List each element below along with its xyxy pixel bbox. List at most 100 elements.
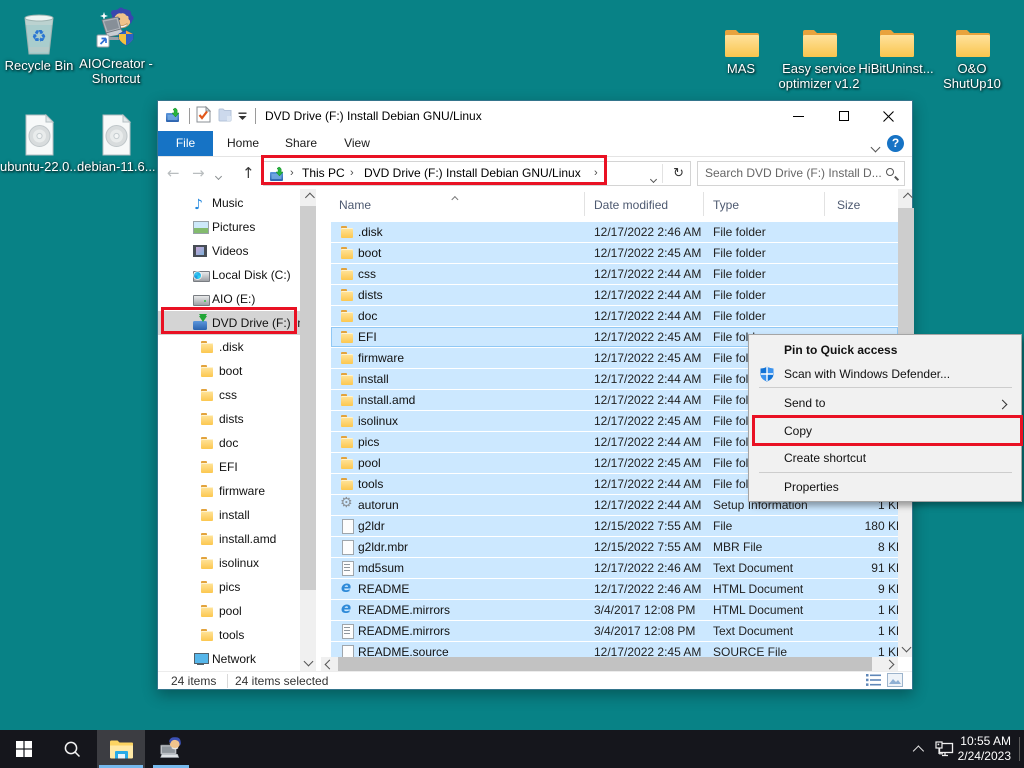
desktop-icon-hibituninst[interactable]: HiBitUninst...	[857, 12, 935, 76]
desktop-icon-mas[interactable]: MAS	[702, 12, 780, 76]
scroll-down-icon[interactable]	[898, 641, 914, 657]
file-row[interactable]: boot 12/17/2022 2:45 AM File folder	[331, 243, 898, 264]
taskbar-search-button[interactable]	[48, 730, 96, 768]
menu-item-properties[interactable]: Properties	[749, 474, 1021, 500]
nav-tree-item[interactable]: css	[158, 383, 300, 407]
taskbar-clock[interactable]: 10:55 AM 2/24/2023	[958, 734, 1011, 764]
file-row[interactable]: g2ldr 12/15/2022 7:55 AM File 180 KB	[331, 516, 898, 537]
start-button[interactable]	[0, 730, 48, 768]
file-date: 3/4/2017 12:08 PM	[594, 600, 712, 620]
address-dropdown-icon[interactable]	[651, 171, 656, 185]
nav-tree-item[interactable]: isolinux	[158, 551, 300, 575]
refresh-icon[interactable]: ↻	[673, 162, 684, 185]
nav-tree-item[interactable]: install	[158, 503, 300, 527]
column-header-type[interactable]: Type	[713, 189, 739, 218]
new-folder-quick-icon[interactable]	[218, 107, 232, 125]
forward-icon[interactable]: →	[192, 157, 205, 189]
nav-tree-item[interactable]: dists	[158, 407, 300, 431]
up-icon[interactable]: ↑	[242, 157, 255, 189]
scroll-down-icon[interactable]	[300, 655, 316, 671]
column-header-name[interactable]: Name	[339, 189, 371, 218]
desktop-icon-easy-service-optimizer[interactable]: Easy service optimizer v1.2	[771, 12, 867, 91]
nav-tree-item[interactable]: Local Disk (C:)	[158, 263, 300, 287]
back-icon[interactable]: ←	[167, 157, 180, 189]
nav-tree-item[interactable]: boot	[158, 359, 300, 383]
file-date: 12/17/2022 2:46 AM	[594, 222, 712, 242]
nav-item-icon	[200, 580, 215, 594]
desktop-icon-aiocreator[interactable]: AIOCreator - Shortcut	[77, 7, 155, 86]
menu-item-pin-to-quick-access[interactable]: Pin to Quick access	[749, 338, 1021, 362]
file-row[interactable]: README.mirrors 3/4/2017 12:08 PM Text Do…	[331, 621, 898, 642]
nav-tree-item[interactable]: EFI	[158, 455, 300, 479]
title-bar[interactable]: DVD Drive (F:) Install Debian GNU/Linux	[158, 101, 912, 131]
nav-tree-item[interactable]: firmware	[158, 479, 300, 503]
desktop-icon-oo-shutup10[interactable]: O&O ShutUp10	[933, 12, 1011, 91]
file-name: boot	[358, 243, 583, 263]
file-row[interactable]: g2ldr.mbr 12/15/2022 7:55 AM MBR File 8 …	[331, 537, 898, 558]
column-separator[interactable]	[824, 192, 825, 216]
tab-share[interactable]: Share	[278, 131, 324, 156]
tab-file[interactable]: File	[158, 131, 213, 156]
nav-tree-item[interactable]: Videos	[158, 239, 300, 263]
taskbar-file-explorer-button[interactable]	[97, 730, 145, 768]
nav-tree-item[interactable]: pool	[158, 599, 300, 623]
minimize-button[interactable]	[776, 101, 821, 131]
file-row[interactable]: .disk 12/17/2022 2:46 AM File folder	[331, 222, 898, 243]
horizontal-scrollbar[interactable]	[321, 657, 898, 671]
file-row[interactable]: md5sum 12/17/2022 2:46 AM Text Document …	[331, 558, 898, 579]
nav-item-label: dists	[219, 407, 244, 431]
expand-ribbon-icon[interactable]	[872, 140, 879, 154]
close-button[interactable]	[866, 101, 911, 131]
nav-tree-item[interactable]: .disk	[158, 335, 300, 359]
file-row[interactable]: README.mirrors 3/4/2017 12:08 PM HTML Do…	[331, 600, 898, 621]
tab-home[interactable]: Home	[220, 131, 266, 156]
help-icon[interactable]: ?	[887, 135, 904, 152]
iso-file-icon	[77, 110, 155, 156]
file-row[interactable]: dists 12/17/2022 2:44 AM File folder	[331, 285, 898, 306]
nav-tree-item[interactable]: pics	[158, 575, 300, 599]
menu-item-send-to[interactable]: Send to	[749, 389, 1021, 417]
scroll-up-icon[interactable]	[300, 189, 316, 205]
search-placeholder: Search DVD Drive (F:) Install D...	[705, 162, 883, 185]
taskbar-aiocreator-button[interactable]	[149, 730, 193, 768]
window-title: DVD Drive (F:) Install Debian GNU/Linux	[265, 101, 482, 131]
column-header-date[interactable]: Date modified	[594, 189, 668, 218]
menu-item-scan-with-defender[interactable]: Scan with Windows Defender...	[749, 362, 1021, 386]
column-separator[interactable]	[584, 192, 585, 216]
scroll-right-icon[interactable]	[884, 657, 898, 671]
file-size	[821, 222, 898, 242]
tray-show-hidden-icons[interactable]	[913, 744, 921, 758]
tray-network-icon[interactable]	[932, 730, 956, 768]
menu-item-create-shortcut[interactable]: Create shortcut	[749, 445, 1021, 471]
desktop-icon-recycle-bin[interactable]: ♻ Recycle Bin	[0, 9, 78, 73]
navigation-scrollbar[interactable]	[300, 189, 316, 671]
scroll-left-icon[interactable]	[321, 657, 335, 671]
file-row[interactable]: css 12/17/2022 2:44 AM File folder	[331, 264, 898, 285]
scroll-up-icon[interactable]	[898, 189, 914, 205]
file-type: File folder	[713, 222, 825, 242]
file-row[interactable]: README 12/17/2022 2:46 AM HTML Document …	[331, 579, 898, 600]
scrollbar-thumb[interactable]	[300, 206, 316, 590]
windows-defender-icon	[759, 366, 775, 382]
nav-tree-item[interactable]: Pictures	[158, 215, 300, 239]
scrollbar-thumb[interactable]	[338, 657, 872, 671]
desktop-icon-debian-iso[interactable]: debian-11.6...	[77, 110, 155, 174]
nav-tree-item[interactable]: Network	[158, 647, 300, 671]
nav-tree-item[interactable]: Music	[158, 191, 300, 215]
column-separator[interactable]	[703, 192, 704, 216]
nav-tree-item[interactable]: doc	[158, 431, 300, 455]
file-row[interactable]: doc 12/17/2022 2:44 AM File folder	[331, 306, 898, 327]
details-view-button[interactable]	[866, 673, 884, 689]
search-box[interactable]: Search DVD Drive (F:) Install D...	[697, 161, 905, 186]
nav-tree-item[interactable]: install.amd	[158, 527, 300, 551]
recent-locations-icon[interactable]	[216, 168, 221, 182]
nav-tree-item[interactable]: tools	[158, 623, 300, 647]
thumbnails-view-button[interactable]	[887, 673, 905, 689]
column-header-size[interactable]: Size	[837, 189, 860, 218]
tab-view[interactable]: View	[334, 131, 380, 156]
maximize-button[interactable]	[821, 101, 866, 131]
search-icon[interactable]	[885, 167, 898, 180]
properties-quick-icon[interactable]	[196, 106, 211, 126]
qat-customize-icon[interactable]	[238, 109, 247, 123]
desktop-icon-ubuntu-iso[interactable]: ubuntu-22.0...	[0, 110, 78, 174]
